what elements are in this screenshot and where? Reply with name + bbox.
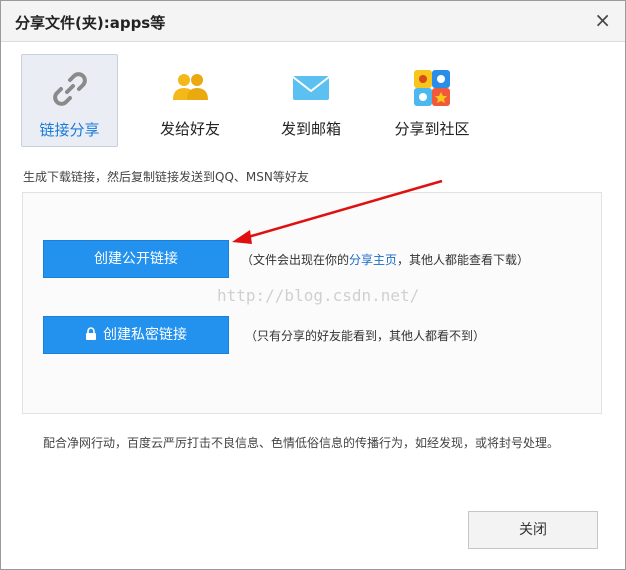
friends-icon xyxy=(173,74,208,100)
tab-label: 发给好友 xyxy=(159,120,220,138)
dialog-title: 分享文件(夹):apps等 xyxy=(15,14,166,32)
public-note-suffix: ，其他人都能查看下载） xyxy=(397,253,530,267)
mail-icon xyxy=(292,76,330,100)
share-description: 生成下载链接，然后复制链接发送到QQ、MSN等好友 xyxy=(23,170,309,184)
close-button[interactable]: 关闭 xyxy=(468,511,598,549)
create-public-link-button[interactable]: 创建公开链接 xyxy=(43,240,229,278)
policy-notice: 配合净网行动，百度云严厉打击不良信息、色情低俗信息的传播行为，如经发现，或将封号… xyxy=(43,436,560,450)
close-icon[interactable]: × xyxy=(594,9,611,31)
public-note-prefix: （文件会出现在你的 xyxy=(241,253,350,267)
private-button-label: 创建私密链接 xyxy=(103,327,187,343)
tab-send-email[interactable]: 发到邮箱 xyxy=(263,54,359,146)
tab-label: 分享到社区 xyxy=(394,120,470,138)
share-tabs: 链接分享 发给好友 发到邮箱 分享到社区 xyxy=(21,54,601,147)
tab-community[interactable]: 分享到社区 xyxy=(384,54,480,146)
link-icon xyxy=(52,72,87,106)
share-homepage-link[interactable]: 分享主页 xyxy=(349,253,397,267)
private-link-note: （只有分享的好友能看到，其他人都看不到） xyxy=(245,329,486,343)
lock-icon xyxy=(86,327,96,340)
public-link-note: （文件会出现在你的分享主页，其他人都能查看下载） xyxy=(241,251,529,268)
tab-send-friends[interactable]: 发给好友 xyxy=(142,54,238,146)
tab-label: 发到邮箱 xyxy=(280,120,341,138)
tab-label: 链接分享 xyxy=(39,121,100,139)
community-icon xyxy=(414,70,450,106)
create-private-link-button[interactable]: 创建私密链接 xyxy=(43,316,229,354)
watermark: http://blog.csdn.net/ xyxy=(217,286,420,305)
tab-link-share[interactable]: 链接分享 xyxy=(21,54,118,147)
share-dialog: 分享文件(夹):apps等 × 链接分享 发给好友 发到邮箱 分享到社区 生成下… xyxy=(0,0,626,570)
dialog-titlebar: 分享文件(夹):apps等 × xyxy=(1,1,625,42)
